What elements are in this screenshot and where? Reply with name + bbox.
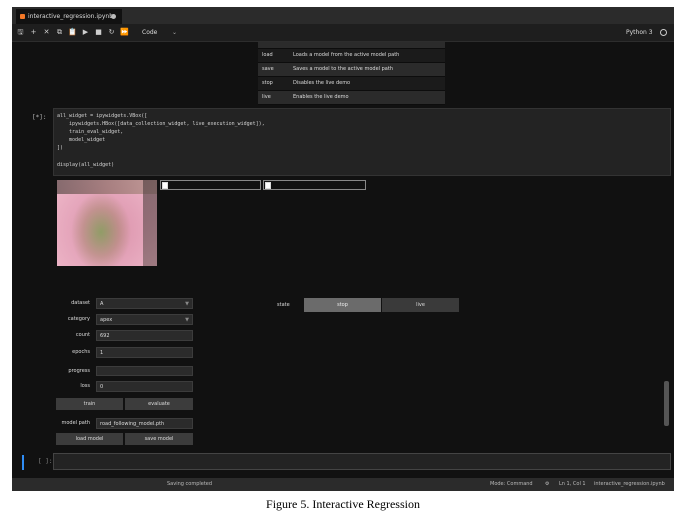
table-cell-value: Saves a model to the active model path — [293, 66, 393, 72]
restart-icon[interactable]: ↻ — [106, 24, 117, 41]
dataset-value: A — [100, 301, 104, 307]
save-icon[interactable]: 🖫 — [15, 24, 26, 41]
broken-image-icon — [265, 182, 271, 189]
category-label: category — [67, 316, 90, 322]
cell-type-value: Code — [142, 29, 158, 36]
chevron-down-icon: ▼ — [185, 301, 189, 307]
epochs-value: 1 — [100, 350, 104, 356]
category-value: apex — [100, 317, 113, 323]
table-row: save Saves a model to the active model p… — [258, 63, 445, 77]
active-cell-indicator — [22, 455, 24, 470]
model-path-field[interactable]: road_following_model.pth — [96, 418, 193, 429]
notebook-toolbar: 🖫 + ✕ ⧉ 📋 ▶ ■ ↻ ⏩ Code ⌄ Python 3 — [12, 24, 674, 42]
broken-image-placeholder — [263, 180, 366, 190]
code-line: model_widget — [57, 137, 106, 143]
loss-field[interactable]: 0 — [96, 381, 193, 392]
code-line: ]) — [57, 145, 64, 151]
table-row: live Enables the live demo — [258, 91, 445, 105]
notebook-icon — [20, 14, 25, 19]
stop-toggle-button[interactable]: stop — [304, 298, 381, 312]
table-cell-key: stop — [262, 80, 273, 86]
table-cell-value: Disables the live demo — [293, 80, 351, 86]
cut-icon[interactable]: ✕ — [41, 24, 52, 41]
tab-interactive-regression[interactable]: interactive_regression.ipynb — [16, 9, 122, 24]
table-cell-value: Enables the live demo — [293, 94, 349, 100]
scrollbar-thumb[interactable] — [664, 381, 669, 426]
epochs-label: epochs — [72, 349, 90, 355]
kernel-name[interactable]: Python 3 — [626, 24, 653, 41]
chevron-down-icon: ⌄ — [172, 29, 178, 36]
dataset-label: dataset — [71, 300, 90, 306]
settings-icon[interactable]: ⚙ — [545, 478, 549, 491]
train-button[interactable]: train — [56, 398, 123, 410]
tab-title: interactive_regression.ipynb — [28, 13, 114, 20]
table-cell-value: Loads a model from the active model path — [293, 52, 400, 58]
evaluate-button[interactable]: evaluate — [125, 398, 193, 410]
count-label: count — [75, 332, 90, 338]
unsaved-indicator-icon[interactable] — [111, 14, 116, 19]
cell-prompt: [*]: — [32, 114, 47, 121]
code-line: train_eval_widget, — [57, 129, 124, 135]
empty-code-cell[interactable] — [53, 453, 671, 470]
cell-type-select[interactable]: Code ⌄ — [142, 24, 177, 41]
notebook-window: interactive_regression.ipynb 🖫 + ✕ ⧉ 📋 ▶ ■ ↻ ⏩ C… — [12, 7, 674, 491]
loss-label: loss — [80, 383, 90, 389]
model-path-label: model path — [61, 420, 90, 426]
code-line: display(all_widget) — [57, 162, 115, 168]
doc-table: load Loads a model from the active model… — [258, 42, 445, 105]
table-row: load Loads a model from the active model… — [258, 49, 445, 63]
table-row: stop Disables the live demo — [258, 77, 445, 91]
table-cell-key: load — [262, 52, 273, 58]
figure-caption: Figure 5. Interactive Regression — [266, 497, 420, 511]
table-cell-key: live — [262, 94, 271, 100]
tab-bar: interactive_regression.ipynb — [12, 7, 674, 24]
mode-status[interactable]: Mode: Command — [490, 478, 533, 491]
paste-icon[interactable]: 📋 — [67, 24, 78, 41]
stop-icon[interactable]: ■ — [93, 24, 104, 41]
loss-value: 0 — [100, 384, 104, 390]
code-line: all_widget = ipywidgets.VBox([ — [57, 113, 148, 119]
fast-forward-icon[interactable]: ⏩ — [119, 24, 130, 41]
save-model-button[interactable]: save model — [125, 433, 193, 445]
live-toggle-button[interactable]: live — [382, 298, 459, 312]
category-dropdown[interactable]: apex ▼ — [96, 314, 193, 325]
progress-label: progress — [68, 368, 90, 374]
count-field[interactable]: 692 — [96, 330, 193, 341]
add-icon[interactable]: + — [28, 24, 39, 41]
notebook-content: load Loads a model from the active model… — [12, 42, 674, 478]
code-line: ipywidgets.HBox([data_collection_widget,… — [57, 121, 265, 127]
saving-status: Saving completed — [167, 481, 213, 487]
table-row — [258, 42, 445, 49]
chevron-down-icon: ▼ — [185, 317, 189, 323]
camera-image[interactable] — [57, 180, 157, 266]
progress-bar — [96, 366, 193, 376]
load-model-button[interactable]: load model — [56, 433, 123, 445]
status-bar: Saving completed Mode: Command ⚙ Ln 1, C… — [12, 478, 674, 491]
run-icon[interactable]: ▶ — [80, 24, 91, 41]
table-cell-key: save — [262, 66, 274, 72]
state-label: state — [277, 302, 290, 308]
status-filename: interactive_regression.ipynb — [594, 481, 665, 487]
cell-prompt: [ ]: — [38, 458, 53, 465]
code-cell-editor[interactable]: all_widget = ipywidgets.VBox([ ipywidget… — [53, 108, 671, 176]
dataset-dropdown[interactable]: A ▼ — [96, 298, 193, 309]
epochs-field[interactable]: 1 — [96, 347, 193, 358]
cursor-position[interactable]: Ln 1, Col 1 — [559, 478, 586, 491]
kernel-status-icon — [660, 29, 667, 36]
count-value: 692 — [100, 333, 110, 339]
model-path-value: road_following_model.pth — [100, 421, 165, 427]
broken-image-icon — [162, 182, 168, 189]
copy-icon[interactable]: ⧉ — [54, 24, 65, 41]
broken-image-placeholder — [160, 180, 261, 190]
